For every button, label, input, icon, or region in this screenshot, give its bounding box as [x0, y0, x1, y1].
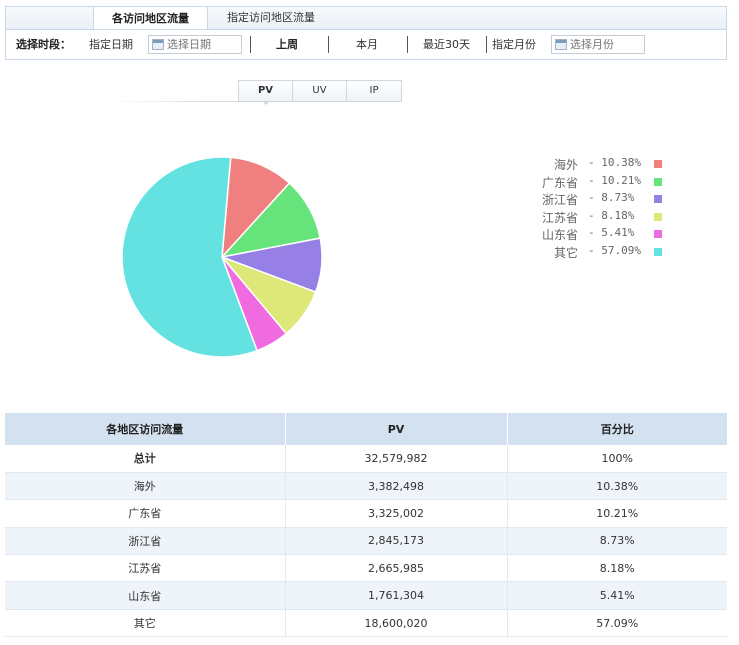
specified-date-label: 指定日期 — [89, 38, 133, 51]
legend-item: 海外 - 10.38% — [528, 156, 668, 174]
legend-swatch — [654, 195, 662, 203]
cell-pv: 2,665,985 — [285, 554, 508, 583]
table-row: 其它 18,600,020 57.09% — [5, 609, 727, 638]
table-row: 山东省 1,761,304 5.41% — [5, 581, 727, 610]
cell-region: 其它 — [5, 609, 286, 638]
legend-item: 山东省 - 5.41% — [528, 226, 668, 244]
legend-label: 其它 — [553, 245, 578, 260]
cell-region: 总计 — [5, 445, 286, 473]
region-traffic-table: 各地区访问流量 PV 百分比 总计 32,579,982 100% 海外 3,3… — [5, 413, 727, 638]
cell-pv: 32,579,982 — [285, 445, 508, 473]
cell-percent: 10.38% — [507, 472, 727, 501]
cell-percent: 100% — [507, 445, 727, 473]
separator — [407, 36, 408, 53]
separator — [328, 36, 329, 53]
legend-swatch — [654, 247, 662, 256]
tab-pv[interactable]: PV — [239, 81, 293, 101]
cell-region: 浙江省 — [5, 527, 286, 556]
cell-region: 山东省 — [5, 581, 286, 610]
legend-label: 广东省 — [541, 175, 578, 190]
separator — [250, 36, 251, 53]
cell-region: 江苏省 — [5, 554, 286, 583]
cell-pv: 18,600,020 — [285, 609, 508, 638]
column-header-region: 各地区访问流量 — [5, 413, 286, 445]
tab-specified-region-traffic[interactable]: 指定访问地区流量 — [216, 6, 326, 30]
legend-percent: - 10.21% — [588, 173, 641, 187]
calendar-icon — [555, 39, 567, 50]
cell-percent: 8.18% — [507, 554, 727, 583]
date-field[interactable] — [167, 36, 237, 53]
region-pie-chart — [121, 156, 323, 358]
calendar-icon — [152, 39, 164, 50]
cell-percent: 57.09% — [507, 609, 727, 638]
column-header-percent: 百分比 — [507, 413, 727, 445]
legend-swatch — [654, 212, 662, 221]
legend-percent: - 8.73% — [588, 191, 635, 204]
table-row: 浙江省 2,845,173 8.73% — [5, 527, 727, 556]
legend-percent: - 57.09% — [588, 243, 641, 257]
legend-percent: - 5.41% — [588, 226, 635, 239]
legend-percent: - 10.38% — [588, 156, 641, 169]
tab-uv[interactable]: UV — [293, 81, 347, 101]
legend-swatch — [654, 230, 662, 238]
legend-label: 浙江省 — [541, 193, 578, 207]
legend-percent: - 8.18% — [588, 208, 635, 222]
column-header-pv: PV — [285, 413, 508, 445]
last-30-days-link[interactable]: 最近30天 — [423, 30, 470, 59]
cell-pv: 1,761,304 — [285, 581, 508, 610]
period-label: 选择时段： — [16, 38, 71, 51]
pie-legend: 海外 - 10.38% 广东省 - 10.21% 浙江省 - 8.73% 江苏省… — [528, 156, 668, 261]
month-field[interactable] — [570, 36, 640, 53]
legend-item: 广东省 - 10.21% — [528, 174, 668, 192]
active-tab-pointer-icon — [262, 101, 270, 105]
cell-pv: 3,325,002 — [285, 499, 508, 528]
cell-percent: 8.73% — [507, 527, 727, 556]
legend-label: 海外 — [553, 158, 578, 172]
table-row-total: 总计 32,579,982 100% — [5, 445, 727, 473]
tab-strip: 各访问地区流量 指定访问地区流量 — [5, 6, 727, 30]
cell-percent: 5.41% — [507, 581, 727, 610]
legend-swatch — [654, 177, 662, 186]
cell-pv: 3,382,498 — [285, 472, 508, 501]
legend-label: 山东省 — [541, 228, 578, 242]
table-header-row: 各地区访问流量 PV 百分比 — [5, 413, 727, 445]
legend-item: 其它 - 57.09% — [528, 244, 668, 262]
month-input[interactable] — [551, 35, 645, 54]
table-row: 江苏省 2,665,985 8.18% — [5, 554, 727, 583]
table-row: 海外 3,382,498 10.38% — [5, 472, 727, 501]
tab-ip[interactable]: IP — [347, 81, 401, 101]
legend-swatch — [654, 160, 662, 168]
date-input[interactable] — [148, 35, 242, 54]
tab-region-traffic[interactable]: 各访问地区流量 — [93, 6, 208, 30]
cell-pv: 2,845,173 — [285, 527, 508, 556]
separator — [486, 36, 487, 53]
cell-percent: 10.21% — [507, 499, 727, 528]
table-row: 广东省 3,325,002 10.21% — [5, 499, 727, 528]
cell-region: 海外 — [5, 472, 286, 501]
cell-region: 广东省 — [5, 499, 286, 528]
last-week-link[interactable]: 上周 — [276, 30, 298, 59]
legend-item: 江苏省 - 8.18% — [528, 209, 668, 227]
this-month-link[interactable]: 本月 — [356, 30, 378, 59]
metric-tabs: PV UV IP — [238, 80, 402, 102]
specified-month-label: 指定月份 — [492, 38, 536, 51]
filter-bar: 选择时段： 指定日期 上周 本月 最近30天 指定月份 — [5, 29, 727, 60]
legend-label: 江苏省 — [541, 210, 578, 225]
legend-item: 浙江省 - 8.73% — [528, 191, 668, 209]
